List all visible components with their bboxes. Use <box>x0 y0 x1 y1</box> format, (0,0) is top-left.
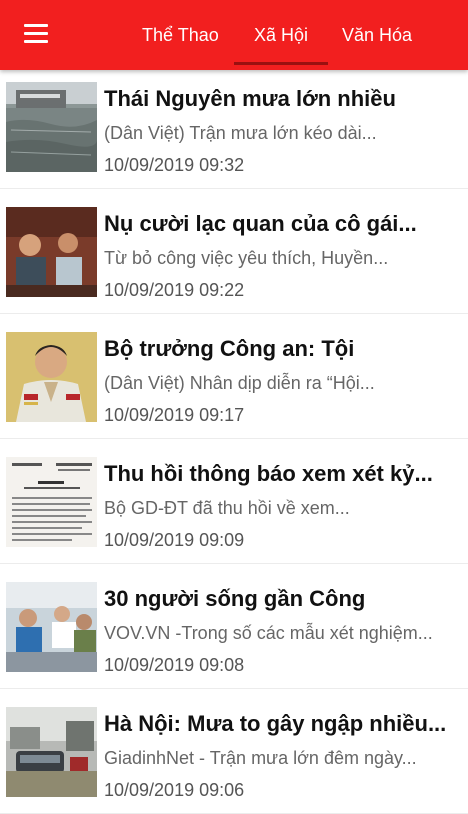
article-title: 30 người sống gần Công <box>104 586 366 611</box>
news-item[interactable]: Thái Nguyên mưa lớn nhiều (Dân Việt) Trậ… <box>0 70 468 189</box>
news-item[interactable]: Hà Nội: Mưa to gây ngập nhiều... Giadinh… <box>0 695 468 814</box>
tab-the-thao[interactable]: Thể Thao <box>142 24 219 46</box>
article-title: Bộ trưởng Công an: Tội <box>104 336 355 361</box>
menu-line <box>24 40 48 43</box>
article-summary: (Dân Việt) Nhân dịp diễn ra “Hội... <box>104 373 375 393</box>
article-thumbnail <box>6 207 97 297</box>
article-summary: GiadinhNet - Trận mưa lớn đêm ngày... <box>104 748 417 768</box>
article-title: Nụ cười lạc quan của cô gái... <box>104 211 417 236</box>
article-thumbnail <box>6 457 97 547</box>
article-timestamp: 10/09/2019 09:09 <box>104 530 245 550</box>
article-title: Thu hồi thông báo xem xét kỷ... <box>104 461 433 486</box>
article-timestamp: 10/09/2019 09:08 <box>104 655 245 675</box>
app-header: Thể Thao Xã Hội Văn Hóa <box>0 0 468 70</box>
menu-line <box>24 32 48 35</box>
article-summary: Từ bỏ công việc yêu thích, Huyền... <box>104 248 389 268</box>
active-tab-indicator <box>234 62 328 65</box>
article-thumbnail <box>6 582 97 672</box>
news-item[interactable]: 30 người sống gần Công VOV.VN -Trong số … <box>0 570 468 689</box>
article-summary: VOV.VN -Trong số các mẫu xét nghiệm... <box>104 623 433 643</box>
hamburger-menu-icon[interactable] <box>24 24 48 44</box>
news-item[interactable]: Thu hồi thông báo xem xét kỷ... Bộ GD-ĐT… <box>0 445 468 564</box>
article-thumbnail <box>6 332 97 422</box>
tab-van-hoa[interactable]: Văn Hóa <box>342 24 412 46</box>
article-summary: Bộ GD-ĐT đã thu hồi về xem... <box>104 498 350 518</box>
news-item[interactable]: Nụ cười lạc quan của cô gái... Từ bỏ côn… <box>0 195 468 314</box>
news-item[interactable]: Bộ trưởng Công an: Tội (Dân Việt) Nhân d… <box>0 320 468 439</box>
tab-xa-hoi[interactable]: Xã Hội <box>254 24 308 46</box>
article-title: Thái Nguyên mưa lớn nhiều <box>104 86 396 111</box>
article-title: Hà Nội: Mưa to gây ngập nhiều... <box>104 711 447 736</box>
article-timestamp: 10/09/2019 09:06 <box>104 780 245 800</box>
menu-line <box>24 24 48 27</box>
article-timestamp: 10/09/2019 09:32 <box>104 155 245 175</box>
article-timestamp: 10/09/2019 09:17 <box>104 405 245 425</box>
article-summary: (Dân Việt) Trận mưa lớn kéo dài... <box>104 123 377 143</box>
article-timestamp: 10/09/2019 09:22 <box>104 280 245 300</box>
article-thumbnail <box>6 707 97 797</box>
article-thumbnail <box>6 82 97 172</box>
